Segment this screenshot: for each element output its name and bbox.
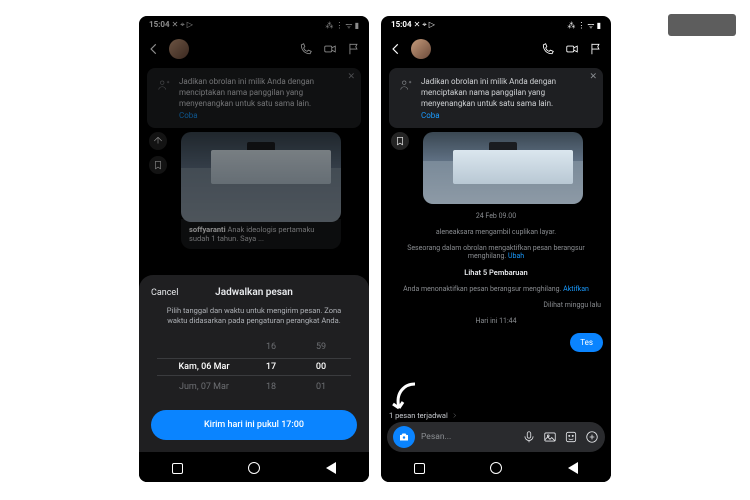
image-icon[interactable]: [543, 430, 557, 444]
cancel-button[interactable]: Cancel: [151, 288, 178, 298]
avatar[interactable]: [411, 39, 431, 59]
sheet-description: Pilih tanggal dan waktu untuk mengirim p…: [151, 306, 357, 326]
send-scheduled-button[interactable]: Kirim hari ini pukul 17:00: [151, 410, 357, 440]
android-navbar: [139, 454, 369, 482]
nav-back-icon[interactable]: [326, 462, 336, 474]
call-icon[interactable]: [541, 42, 555, 56]
message-bubble[interactable]: Tes: [570, 333, 603, 352]
phone-left: 15:04 ✕ ⌖ ▷ ⁂ ⋮ ᯤ ▮ Jadikan obrolan ini …: [139, 16, 369, 482]
see-updates-link[interactable]: Lihat 5 Pembaruan: [389, 268, 603, 277]
try-link[interactable]: Coba: [421, 111, 593, 120]
phone-right: 15:04 ✕ ⌖ ▷ ⁂ ⋮ ᯤ ▮ Jadikan obrolan ini …: [381, 16, 611, 482]
system-disappearing-on: Seseorang dalam obrolan mengaktifkan pes…: [389, 244, 603, 260]
chat-header: [381, 34, 611, 64]
datetime-wheel[interactable]: Kam, 06 Mar Jum, 07 Mar 16 17 18 59 00 0…: [151, 336, 357, 398]
activate-link[interactable]: Aktifkan: [563, 285, 589, 293]
flag-icon[interactable]: [589, 42, 603, 56]
video-icon[interactable]: [565, 42, 579, 56]
mic-icon[interactable]: [522, 430, 536, 444]
schedule-sheet: Cancel Jadwalkan pesan Pilih tanggal dan…: [139, 275, 369, 452]
seen-status: Dilihat minggu lalu: [391, 301, 601, 309]
person-add-icon: [399, 78, 413, 92]
suggestion-text: Jadikan obrolan ini milik Anda dengan me…: [421, 76, 593, 109]
chevron-right-icon: [451, 412, 458, 419]
page-redacted-pill: [668, 14, 736, 36]
system-screenshot-taken: aleneaksara mengambil cuplikan layar.: [389, 228, 603, 236]
message-composer: Pesan...: [387, 422, 605, 452]
camera-button[interactable]: [393, 426, 415, 448]
contact-name-redacted: [443, 43, 529, 55]
timestamp: 24 Feb 09.00: [389, 212, 603, 220]
nav-home-icon[interactable]: [490, 462, 502, 474]
plus-icon[interactable]: [585, 430, 599, 444]
sticker-icon[interactable]: [564, 430, 578, 444]
message-input[interactable]: Pesan...: [421, 432, 516, 442]
sheet-title: Jadwalkan pesan: [215, 287, 293, 298]
nav-back-icon[interactable]: [568, 462, 578, 474]
back-icon[interactable]: [389, 42, 403, 56]
close-icon[interactable]: ✕: [589, 72, 597, 82]
status-bar: 15:04 ✕ ⌖ ▷ ⁂ ⋮ ᯤ ▮: [381, 16, 611, 34]
scheduled-messages-strip[interactable]: 1 pesan terjadwal: [389, 411, 458, 420]
nav-recent-icon[interactable]: [172, 463, 183, 474]
android-navbar: [381, 454, 611, 482]
change-link[interactable]: Ubah: [508, 252, 524, 260]
nav-recent-icon[interactable]: [414, 463, 425, 474]
nav-home-icon[interactable]: [248, 462, 260, 474]
system-disappearing-off: Anda menonaktifkan pesan berangsur mengh…: [389, 285, 603, 293]
timestamp: Hari ini 11:44: [389, 317, 603, 325]
nickname-suggestion-card: Jadikan obrolan ini milik Anda dengan me…: [389, 68, 603, 128]
bookmark-icon[interactable]: [391, 132, 409, 150]
shared-image[interactable]: [423, 132, 583, 204]
